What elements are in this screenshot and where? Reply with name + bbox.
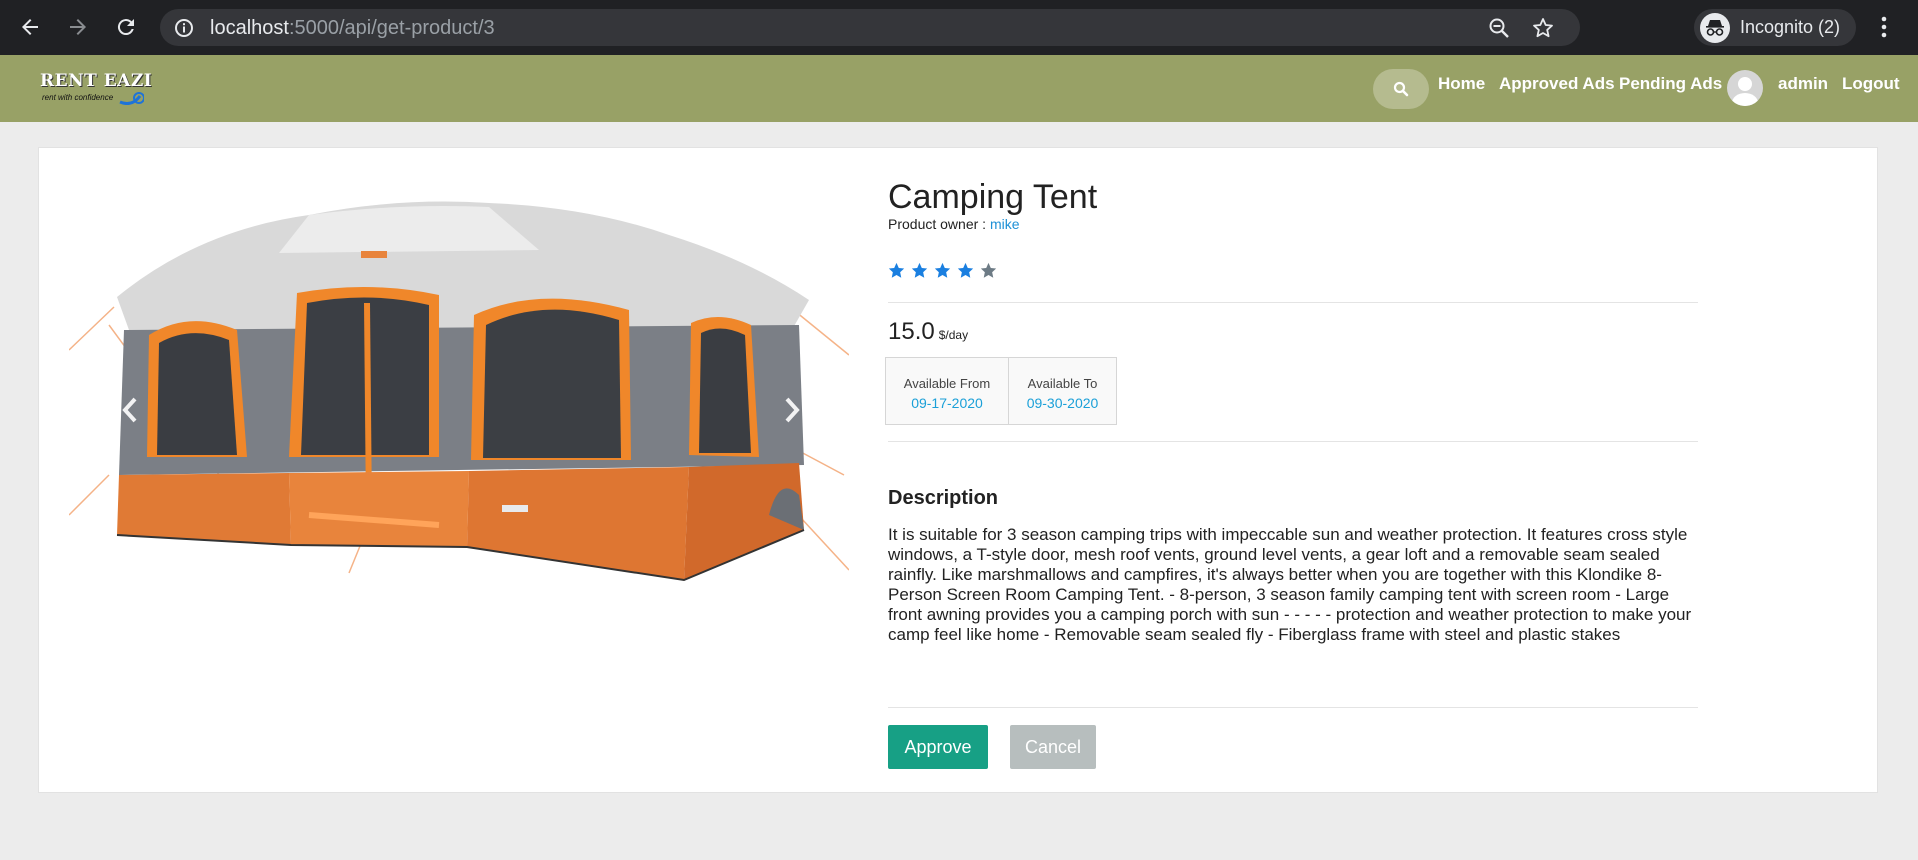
- product-owner: Product owner : mike: [888, 216, 1020, 232]
- description-text: It is suitable for 3 season camping trip…: [888, 525, 1692, 644]
- info-icon[interactable]: [174, 18, 194, 38]
- logo-title: RENT EAZI: [40, 71, 153, 91]
- carousel-next-icon[interactable]: [781, 395, 801, 425]
- incognito-indicator[interactable]: Incognito (2): [1694, 9, 1856, 46]
- bookmark-star-icon[interactable]: [1532, 17, 1554, 39]
- back-button[interactable]: [14, 11, 46, 43]
- url-path: :5000/api/get-product/3: [288, 17, 495, 39]
- nav-user-admin[interactable]: admin: [1778, 74, 1828, 94]
- user-avatar[interactable]: [1727, 70, 1763, 106]
- owner-link[interactable]: mike: [990, 216, 1020, 232]
- divider: [888, 302, 1698, 303]
- logo-tagline: rent with confidence: [42, 93, 114, 102]
- search-button[interactable]: [1373, 69, 1429, 109]
- tent-image: [68, 201, 850, 582]
- available-to-date: 09-30-2020: [1026, 395, 1099, 411]
- reload-icon: [117, 19, 134, 36]
- approve-button[interactable]: Approve: [888, 725, 988, 769]
- star-filled-icon: [888, 262, 905, 278]
- divider: [888, 441, 1698, 442]
- site-logo[interactable]: RENT EAZI rent with confidence: [40, 71, 153, 105]
- forward-arrow-icon: [70, 19, 86, 35]
- back-arrow-icon: [22, 19, 38, 35]
- owner-label: Product owner :: [888, 216, 987, 232]
- nav-pending-ads[interactable]: Pending Ads: [1619, 74, 1722, 94]
- available-to-label: Available To: [1027, 376, 1098, 391]
- star-filled-icon: [934, 262, 951, 278]
- product-price: 15.0 $/day: [888, 318, 968, 346]
- nav-home[interactable]: Home: [1438, 74, 1485, 94]
- star-filled-icon: [911, 262, 928, 278]
- user-silhouette-icon: [1732, 77, 1758, 106]
- price-unit: $/day: [938, 328, 969, 342]
- url-text[interactable]: localhost:5000/api/get-product/3: [210, 17, 495, 40]
- more-menu-icon[interactable]: [1874, 14, 1894, 40]
- divider: [888, 707, 1698, 708]
- url-host: localhost: [210, 17, 289, 39]
- star-filled-icon: [957, 262, 974, 278]
- rating-stars: [888, 262, 997, 279]
- available-to-box: Available To 09-30-2020: [1008, 357, 1117, 425]
- search-icon: [1393, 81, 1409, 97]
- cancel-button[interactable]: Cancel: [1010, 725, 1096, 769]
- zoom-icon[interactable]: [1488, 17, 1510, 39]
- nav-logout[interactable]: Logout: [1842, 74, 1900, 94]
- available-from-date: 09-17-2020: [911, 395, 983, 411]
- star-empty-icon: [980, 262, 997, 278]
- price-value: 15.0: [888, 318, 935, 345]
- browser-toolbar: localhost:5000/api/get-product/3 Incogni…: [0, 0, 1918, 55]
- logo-swoosh-icon: [119, 92, 144, 105]
- incognito-icon: [1700, 12, 1730, 43]
- forward-button[interactable]: [62, 11, 94, 43]
- carousel-prev-icon[interactable]: [121, 395, 141, 425]
- image-carousel: [68, 175, 850, 595]
- address-bar[interactable]: localhost:5000/api/get-product/3: [160, 9, 1580, 46]
- available-from-box: Available From 09-17-2020: [885, 357, 1009, 425]
- incognito-label: Incognito (2): [1740, 17, 1841, 37]
- product-title: Camping Tent: [888, 178, 1098, 216]
- nav-approved-ads[interactable]: Approved Ads: [1499, 74, 1615, 94]
- available-from-label: Available From: [903, 376, 991, 391]
- product-card: Camping Tent Product owner : mike 15.0 $/…: [38, 147, 1878, 793]
- site-header: RENT EAZI rent with confidence Home Appr…: [0, 55, 1918, 122]
- description-heading: Description: [888, 487, 999, 509]
- reload-button[interactable]: [110, 11, 142, 43]
